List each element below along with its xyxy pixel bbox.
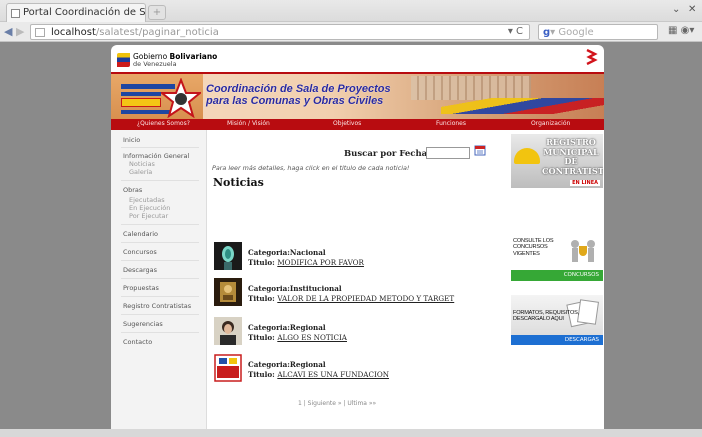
reload-icon[interactable]: ▾ C — [508, 26, 523, 37]
browser-tab[interactable]: Portal Coordinación de Sala ... — [6, 3, 146, 22]
news-item: Categoria:Regional Titulo: ALGO ES NOTIC… — [214, 317, 504, 345]
url-host: localhost — [51, 27, 96, 38]
sidebar-item-en-ejecucion[interactable]: En Ejecución — [129, 204, 170, 212]
news-category: Categoria:Regional — [248, 323, 326, 332]
news-title-link[interactable]: ALCAVI ES UNA FUNDACION — [277, 370, 389, 379]
news-category: Categoria:Regional — [248, 360, 326, 369]
news-title: Titulo: VALOR DE LA PROPIEDAD METODO Y T… — [248, 294, 455, 303]
left-sidebar: Inicio Información General Noticias Gale… — [111, 130, 207, 437]
sidebar-item-informacion-general[interactable]: Información General — [123, 152, 189, 160]
top-menu: ¿Quienes Somos? Misión / Visión Objetivo… — [111, 119, 604, 130]
sidebar-item-por-ejecutar[interactable]: Por Ejecutar — [129, 212, 168, 220]
calendar-icon[interactable] — [474, 144, 486, 156]
gov-country: de Venezuela — [133, 60, 177, 68]
search-placeholder: Google — [558, 27, 594, 38]
news-title-link[interactable]: ALGO ES NOTICIA — [277, 333, 347, 342]
banner-title: Coordinación de Sala de Proyectos para l… — [206, 83, 391, 107]
news-thumbnail[interactable] — [214, 354, 242, 382]
sidebar-item-calendario[interactable]: Calendario — [123, 230, 158, 238]
menu-quienes-somos[interactable]: ¿Quienes Somos? — [137, 120, 190, 127]
sidebar-item-inicio[interactable]: Inicio — [123, 136, 140, 144]
sidebar-item-contacto[interactable]: Contacto — [123, 338, 152, 346]
news-title: Titulo: ALCAVI ES UNA FUNDACION — [248, 370, 390, 379]
toolbar-icons[interactable]: ▦ ◉▾ — [668, 25, 694, 36]
news-title-link[interactable]: MODIFICA POR FAVOR — [277, 258, 364, 267]
menu-mision-vision[interactable]: Misión / Visión — [227, 120, 270, 127]
page-icon — [35, 28, 45, 37]
search-engine-box[interactable]: g▾ Google — [538, 24, 658, 40]
news-thumbnail[interactable] — [214, 242, 242, 270]
sidebar-item-sugerencias[interactable]: Sugerencias — [123, 320, 163, 328]
browser-tab-bar: Portal Coordinación de Sala ... + ⌄ ✕ — [0, 0, 702, 22]
news-item: Categoria:Institucional Titulo: VALOR DE… — [214, 278, 504, 306]
sidebar-item-descargas[interactable]: Descargas — [123, 266, 157, 274]
news-title: Titulo: MODIFICA POR FAVOR — [248, 258, 364, 267]
sidebar-item-propuestas[interactable]: Propuestas — [123, 284, 159, 292]
sidebar-item-galeria[interactable]: Galería — [129, 168, 152, 176]
google-icon: g — [543, 27, 551, 38]
back-arrow-icon[interactable]: ◀ — [4, 25, 12, 38]
buildings-image — [411, 76, 531, 100]
right-column: REGISTRO MUNICIPAL DE CONTRATISTAS EN LI… — [509, 130, 604, 437]
browser-nav-bar: ◀ ▶ localhost/salatest/paginar_noticia ▾… — [0, 22, 702, 42]
banner-text: REGISTRO MUNICIPAL DE CONTRATISTAS — [542, 137, 603, 176]
descargas-banner[interactable]: FORMATOS, REQUISITOS, DESCARGALO AQUI DE… — [511, 295, 603, 345]
corner-logo-icon — [586, 49, 598, 65]
news-thumbnail[interactable] — [214, 317, 242, 345]
menu-objetivos[interactable]: Objetivos — [333, 120, 361, 127]
url-path: /salatest/paginar_noticia — [95, 27, 219, 38]
banner-text: FORMATOS, REQUISITOS, DESCARGALO AQUI — [513, 310, 580, 323]
page-favicon-icon — [11, 9, 20, 18]
forward-arrow-icon[interactable]: ▶ — [16, 25, 24, 38]
minimize-icon[interactable]: ⌄ — [672, 4, 680, 15]
registro-contratistas-banner[interactable]: REGISTRO MUNICIPAL DE CONTRATISTAS EN LI… — [511, 134, 603, 188]
news-item: Categoria:Regional Titulo: ALCAVI ES UNA… — [214, 354, 504, 382]
news-category: Categoria:Institucional — [248, 284, 342, 293]
news-title-link[interactable]: VALOR DE LA PROPIEDAD METODO Y TARGET — [277, 294, 454, 303]
sidebar-item-concursos[interactable]: Concursos — [123, 248, 157, 256]
banner-badge: EN LINEA — [570, 180, 600, 186]
date-search-label: Buscar por Fecha: — [344, 149, 431, 159]
page-title: Noticias — [213, 176, 264, 189]
news-item: Categoria:Nacional Titulo: MODIFICA POR … — [214, 242, 504, 270]
star-icon — [161, 78, 201, 118]
new-tab-button[interactable]: + — [148, 5, 166, 20]
banner-text: CONSULTE LOS CONCURSOS VIGENTES — [513, 238, 554, 257]
status-bar — [0, 429, 702, 437]
main-content: Buscar por Fecha: Para leer más detalles… — [208, 130, 508, 437]
flag-stripes-image — [441, 98, 604, 114]
instruction-text: Para leer más detalles, haga click en el… — [212, 164, 410, 172]
banner-bar: DESCARGAS — [511, 335, 603, 345]
news-thumbnail[interactable] — [214, 278, 242, 306]
banner-bar: CONCURSOS — [511, 270, 603, 281]
browser-viewport: Gobierno Bolivariano de Venezuela Coordi… — [0, 42, 702, 437]
sidebar-item-noticias[interactable]: Noticias — [129, 160, 155, 168]
flag-icon — [117, 53, 130, 67]
sidebar-item-registro-contratistas[interactable]: Registro Contratistas — [123, 302, 191, 310]
close-window-icon[interactable]: ✕ — [688, 4, 696, 15]
hardhat-icon — [514, 148, 540, 164]
concursos-banner[interactable]: CONSULTE LOS CONCURSOS VIGENTES CONCURSO… — [511, 234, 603, 281]
menu-funciones[interactable]: Funciones — [436, 120, 466, 127]
url-bar[interactable]: localhost/salatest/paginar_noticia ▾ C — [30, 24, 530, 40]
pagination[interactable]: 1 | Siguiente » | Ultima »» — [298, 400, 376, 407]
date-search-input[interactable] — [426, 147, 470, 159]
news-title: Titulo: ALGO ES NOTICIA — [248, 333, 347, 342]
sidebar-item-ejecutadas[interactable]: Ejecutadas — [129, 196, 165, 204]
menu-organizacion[interactable]: Organización — [531, 120, 570, 127]
portal-page: Gobierno Bolivariano de Venezuela Coordi… — [111, 45, 604, 437]
header-banner: Coordinación de Sala de Proyectos para l… — [111, 72, 604, 119]
news-category: Categoria:Nacional — [248, 248, 326, 257]
sidebar-item-obras[interactable]: Obras — [123, 186, 142, 194]
trophy-figures-icon — [571, 240, 595, 262]
tab-title: Portal Coordinación de Sala ... — [23, 7, 146, 18]
